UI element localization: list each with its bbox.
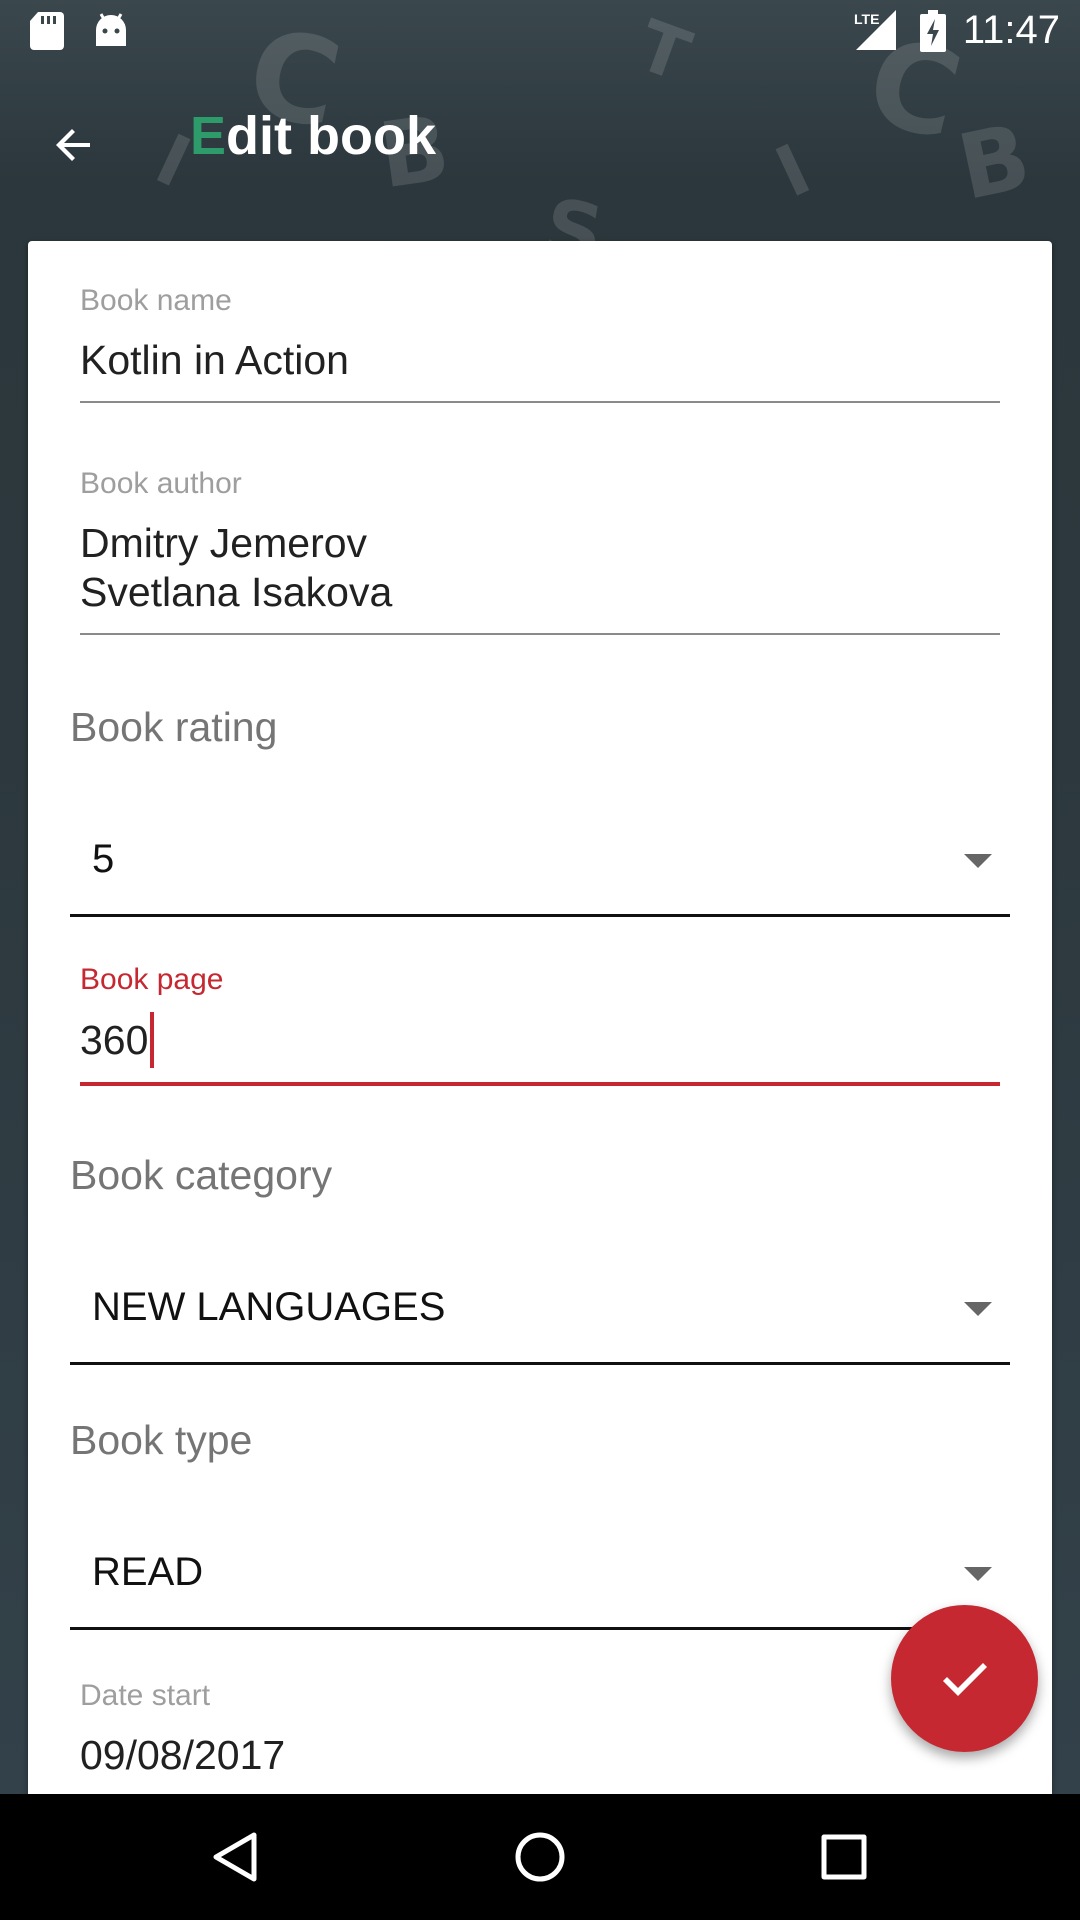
book-name-value[interactable]: Kotlin in Action <box>80 336 1000 385</box>
toolbar: Edit book <box>0 63 1080 210</box>
book-author-label: Book author <box>80 467 242 500</box>
page-title: Edit book <box>190 105 436 167</box>
book-type-label: Book type <box>70 1417 253 1463</box>
nav-recents-button[interactable] <box>799 1812 889 1902</box>
book-author-value[interactable]: Dmitry Jemerov Svetlana Isakova <box>80 519 1000 617</box>
recents-square-icon <box>821 1834 867 1880</box>
nav-back-button[interactable] <box>191 1812 281 1902</box>
book-category-spinner[interactable]: NEW LANGUAGES <box>70 1245 1010 1365</box>
book-name-label: Book name <box>80 284 232 317</box>
book-page-label: Book page <box>80 963 224 996</box>
check-icon <box>942 1662 987 1696</box>
book-rating-underline <box>70 914 1010 917</box>
title-first-letter: E <box>190 106 227 166</box>
home-circle-icon <box>515 1832 565 1882</box>
arrow-back-icon <box>56 129 90 161</box>
status-time: 11:47 <box>962 8 1060 52</box>
date-start-label: Date start <box>80 1679 211 1712</box>
battery-charging-icon <box>920 10 946 57</box>
back-triangle-icon <box>213 1832 257 1882</box>
book-category-label: Book category <box>70 1152 333 1198</box>
book-rating-label: Book rating <box>70 704 278 750</box>
book-rating-spinner[interactable]: 5 <box>70 797 1010 917</box>
book-category-value: NEW LANGUAGES <box>92 1285 446 1329</box>
android-icon <box>92 10 130 53</box>
title-rest: dit book <box>226 106 436 166</box>
book-name-field[interactable]: Book name Kotlin in Action <box>80 284 1000 404</box>
back-button[interactable] <box>30 101 118 189</box>
book-type-value: READ <box>92 1550 204 1594</box>
book-category-underline <box>70 1362 1010 1365</box>
book-page-value[interactable]: 360 <box>80 1017 148 1063</box>
nav-home-button[interactable] <box>495 1812 585 1902</box>
save-fab-button[interactable] <box>891 1605 1038 1752</box>
svg-text:LTE: LTE <box>854 11 879 27</box>
navigation-bar <box>0 1794 1080 1920</box>
date-start-value[interactable]: 09/08/2017 <box>80 1731 1000 1780</box>
status-bar: LTE 11:47 <box>0 0 1080 63</box>
lte-signal-icon: LTE <box>852 10 896 55</box>
book-author-field[interactable]: Book author Dmitry Jemerov Svetlana Isak… <box>80 467 1000 635</box>
dropdown-arrow-icon <box>964 1302 992 1316</box>
edit-book-form: Book name Kotlin in Action Book author D… <box>28 241 1052 1794</box>
book-page-field[interactable]: Book page 360 <box>80 963 1000 1093</box>
book-type-spinner[interactable]: READ <box>70 1510 1010 1630</box>
dropdown-arrow-icon <box>964 1567 992 1581</box>
book-name-underline <box>80 401 1000 403</box>
dropdown-arrow-icon <box>964 854 992 868</box>
book-rating-value: 5 <box>92 837 115 881</box>
book-page-underline <box>80 1082 1000 1086</box>
text-cursor <box>150 1012 155 1068</box>
book-author-underline <box>80 633 1000 635</box>
sd-card-icon <box>30 12 64 55</box>
date-start-field[interactable]: Date start 09/08/2017 <box>80 1679 1000 1794</box>
book-type-underline <box>70 1627 1010 1630</box>
